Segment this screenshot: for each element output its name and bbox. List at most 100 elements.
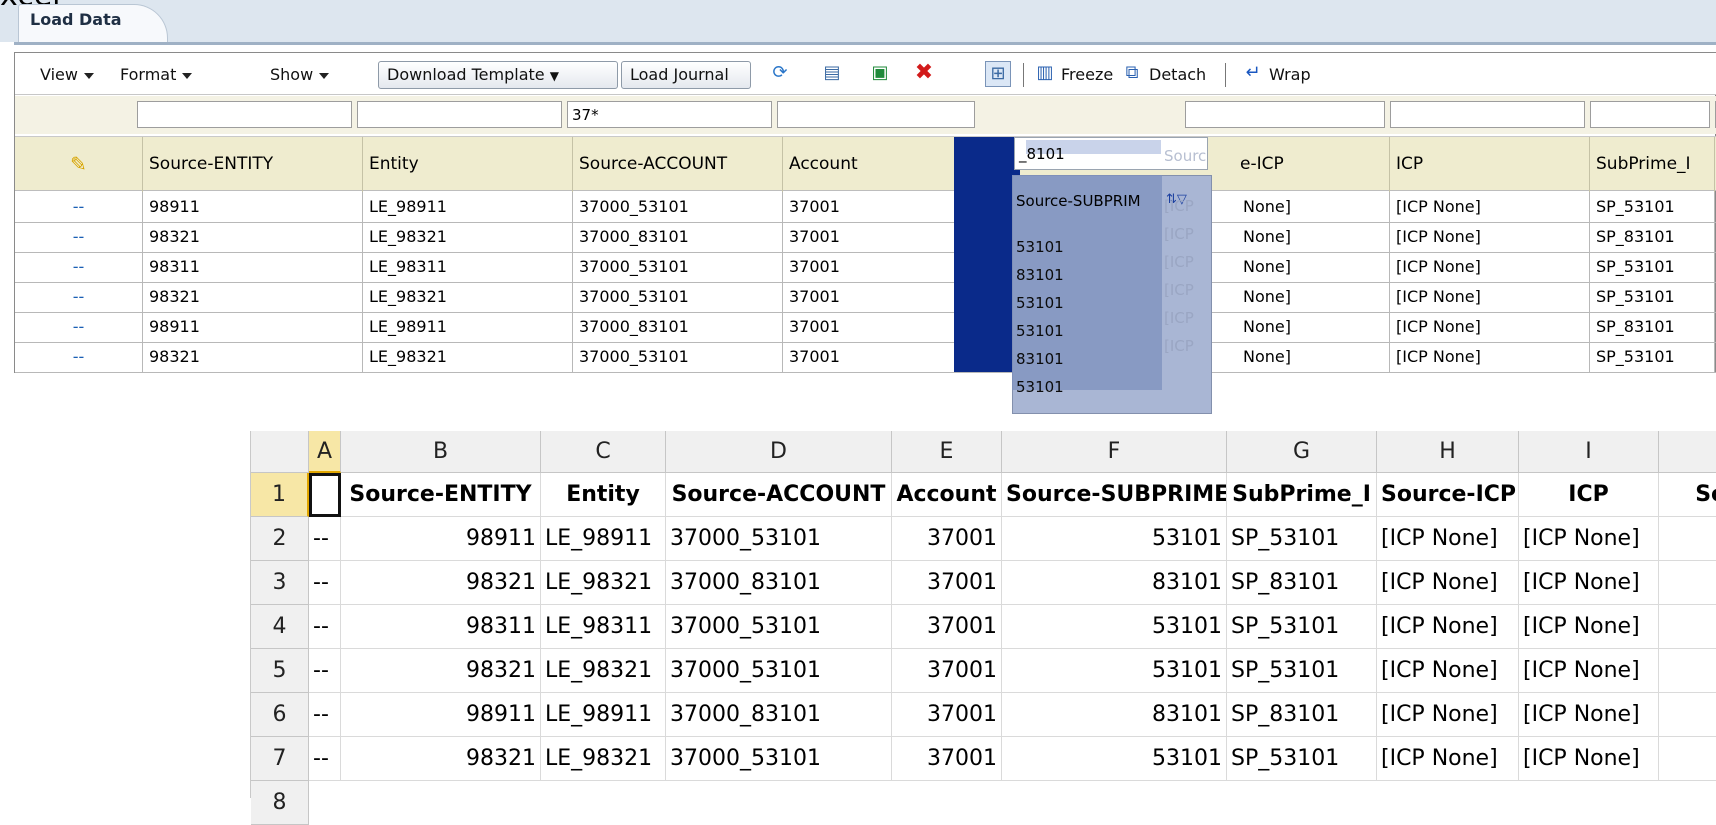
grid-row[interactable]: -- 98321 LE_98321 37000_53101 37001 None] [ICP… — [15, 342, 1716, 373]
cell-account[interactable]: 37001 — [783, 192, 983, 222]
load-journal-button[interactable]: Load Journal — [621, 61, 751, 89]
excel-cell[interactable]: [ICP None] — [1377, 737, 1519, 781]
excel-row-number[interactable]: 5 — [251, 649, 309, 693]
excel-row-number[interactable]: 8 — [251, 781, 309, 825]
detach-button[interactable]: Detach — [1149, 65, 1206, 84]
excel-col-header[interactable]: F — [1002, 431, 1227, 473]
cell-account[interactable]: 37001 — [783, 312, 983, 342]
excel-cell-empty[interactable] — [1659, 693, 1716, 737]
cell-entity[interactable]: LE_98321 — [363, 282, 573, 312]
excel-cell[interactable]: [ICP None] — [1377, 517, 1519, 561]
freeze-button[interactable]: Freeze — [1061, 65, 1113, 84]
filter-source-icp[interactable] — [1185, 101, 1385, 128]
excel-row-number[interactable]: 6 — [251, 693, 309, 737]
row-flag[interactable]: -- — [15, 282, 143, 312]
header-icp[interactable]: ICP — [1390, 137, 1590, 192]
excel-cell[interactable]: -- — [309, 649, 341, 693]
excel-header-cell[interactable]: Sou — [1659, 473, 1716, 517]
grid-row[interactable]: -- 98911 LE_98911 37000_83101 37001 None] [ICP… — [15, 312, 1716, 343]
excel-cell[interactable]: SP_53101 — [1227, 737, 1377, 781]
format-menu[interactable]: Format — [120, 65, 193, 84]
excel-cell[interactable]: [ICP None] — [1377, 693, 1519, 737]
excel-cell[interactable]: 37001 — [892, 693, 1002, 737]
cell-account[interactable]: 37001 — [783, 252, 983, 282]
excel-cell[interactable]: 98311 — [341, 605, 541, 649]
cell-subprime[interactable]: SP_83101 — [1590, 312, 1715, 342]
excel-cell[interactable]: 37000_53101 — [666, 605, 892, 649]
excel-cell-empty[interactable] — [1659, 649, 1716, 693]
excel-cell[interactable]: SP_53101 — [1227, 605, 1377, 649]
row-flag[interactable]: -- — [15, 192, 143, 222]
excel-cell[interactable]: 53101 — [1002, 605, 1227, 649]
row-flag[interactable]: -- — [15, 342, 143, 372]
cell-source-account[interactable]: 37000_53101 — [573, 282, 783, 312]
row-flag[interactable]: -- — [15, 312, 143, 342]
cell-entity[interactable]: LE_98911 — [363, 192, 573, 222]
excel-cell[interactable]: LE_98321 — [541, 649, 666, 693]
excel-cell[interactable]: 83101 — [1002, 693, 1227, 737]
delete-icon[interactable]: ✖ — [912, 61, 936, 85]
excel-cell[interactable]: 53101 — [1002, 649, 1227, 693]
header-account[interactable]: Account — [783, 137, 983, 192]
excel-cell-empty[interactable] — [1659, 561, 1716, 605]
excel-cell[interactable]: 98321 — [341, 561, 541, 605]
cell-source-entity[interactable]: 98911 — [143, 192, 363, 222]
excel-header-cell[interactable]: Source-ENTITY — [341, 473, 541, 517]
excel-cell[interactable]: [ICP None] — [1519, 649, 1659, 693]
cell-source-entity[interactable]: 98311 — [143, 252, 363, 282]
excel-cell[interactable]: -- — [309, 605, 341, 649]
excel-cell[interactable]: 37000_83101 — [666, 693, 892, 737]
excel-cell-empty[interactable] — [1659, 737, 1716, 781]
cell-icp[interactable]: [ICP None] — [1390, 342, 1590, 372]
header-subprime[interactable]: SubPrime_I — [1590, 137, 1715, 192]
excel-header-cell[interactable]: SubPrime_I — [1227, 473, 1377, 517]
excel-cell[interactable]: 37001 — [892, 649, 1002, 693]
excel-cell[interactable]: LE_98321 — [541, 561, 666, 605]
excel-cell[interactable]: [ICP None] — [1377, 605, 1519, 649]
excel-cell[interactable]: 37000_83101 — [666, 561, 892, 605]
excel-header-cell[interactable]: Account — [892, 473, 1002, 517]
excel-header-cell[interactable]: Source-ACCOUNT — [666, 473, 892, 517]
cell-source-account[interactable]: 37000_83101 — [573, 312, 783, 342]
cell-entity[interactable]: LE_98311 — [363, 252, 573, 282]
excel-cell-empty[interactable] — [1659, 605, 1716, 649]
cell-source-entity[interactable]: 98321 — [143, 222, 363, 252]
grid-row[interactable]: -- 98911 LE_98911 37000_53101 37001 None] [ICP… — [15, 192, 1716, 223]
edit-notes-icon[interactable]: ✎ — [15, 137, 143, 192]
excel-cell[interactable]: 37001 — [892, 517, 1002, 561]
excel-cell[interactable]: 37000_53101 — [666, 517, 892, 561]
refresh-icon[interactable]: ⟳ — [768, 61, 792, 85]
cell-subprime[interactable]: SP_53101 — [1590, 282, 1715, 312]
excel-cell[interactable]: LE_98321 — [541, 737, 666, 781]
excel-header-cell[interactable]: Source-SUBPRIME — [1002, 473, 1227, 517]
cell-subprime[interactable]: SP_53101 — [1590, 252, 1715, 282]
grid-row[interactable]: -- 98321 LE_98321 37000_53101 37001 None] [ICP… — [15, 282, 1716, 313]
cell-source-account[interactable]: 37000_53101 — [573, 192, 783, 222]
excel-cell[interactable]: [ICP None] — [1519, 693, 1659, 737]
excel-cell[interactable]: -- — [309, 693, 341, 737]
excel-header-cell[interactable]: Entity — [541, 473, 666, 517]
filter-subprime[interactable] — [1590, 101, 1710, 128]
filter-entity[interactable] — [357, 101, 562, 128]
cell-account[interactable]: 37001 — [783, 222, 983, 252]
excel-col-header[interactable]: G — [1227, 431, 1377, 473]
excel-col-header[interactable]: E — [892, 431, 1002, 473]
cell-subprime[interactable]: SP_53101 — [1590, 342, 1715, 372]
excel-col-header[interactable]: B — [341, 431, 541, 473]
excel-col-header[interactable]: A — [309, 431, 341, 473]
cell-entity[interactable]: LE_98321 — [363, 342, 573, 372]
excel-cell[interactable]: 37001 — [892, 605, 1002, 649]
excel-cell[interactable]: 98911 — [341, 517, 541, 561]
cell-icp[interactable]: [ICP None] — [1390, 192, 1590, 222]
cell-icp[interactable]: [ICP None] — [1390, 282, 1590, 312]
cell-account[interactable]: 37001 — [783, 342, 983, 372]
excel-cell[interactable]: SP_53101 — [1227, 649, 1377, 693]
row-flag[interactable]: -- — [15, 222, 143, 252]
excel-export-icon[interactable]: ▣ — [868, 61, 892, 85]
header-entity[interactable]: Entity — [363, 137, 573, 192]
cell-subprime[interactable]: SP_53101 — [1590, 192, 1715, 222]
excel-cell[interactable]: [ICP None] — [1519, 737, 1659, 781]
excel-cell[interactable]: SP_83101 — [1227, 693, 1377, 737]
excel-cell[interactable]: [ICP None] — [1519, 517, 1659, 561]
filter-source-entity[interactable] — [137, 101, 352, 128]
